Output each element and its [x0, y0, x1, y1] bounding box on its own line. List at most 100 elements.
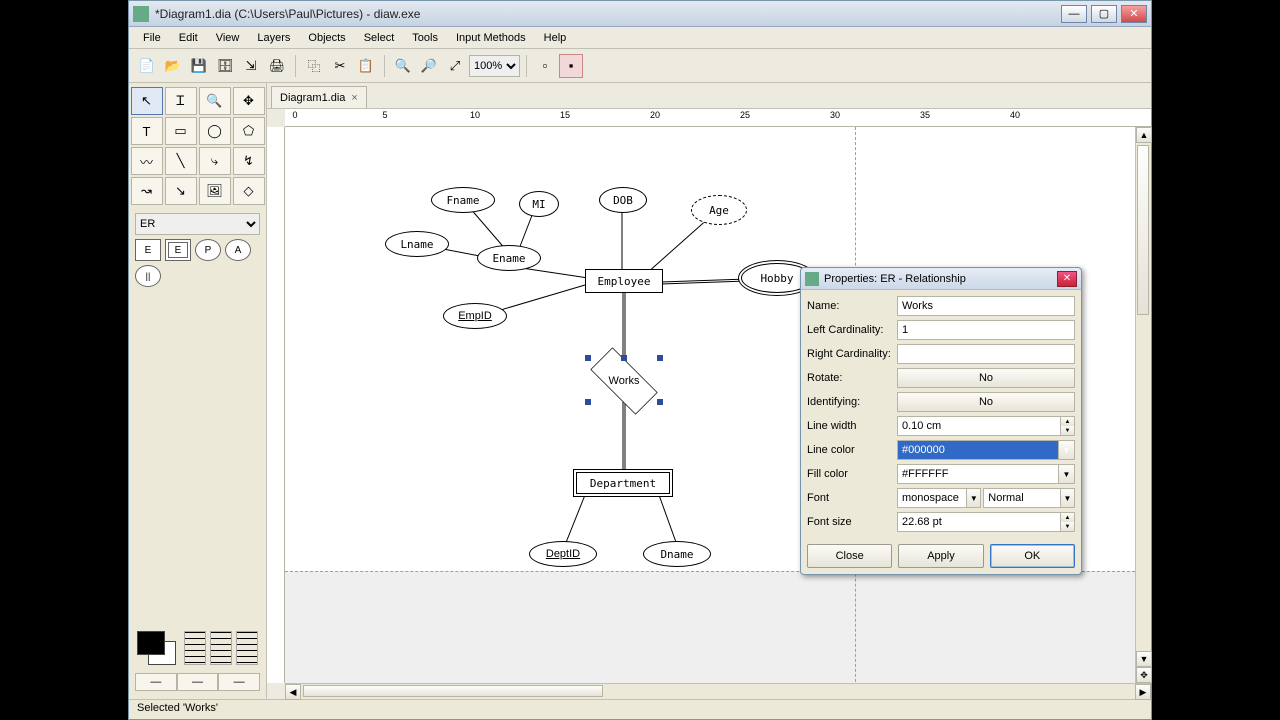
- tab-diagram1[interactable]: Diagram1.dia ×: [271, 86, 367, 108]
- entity-employee[interactable]: Employee: [585, 269, 663, 293]
- linestyle-1[interactable]: [184, 631, 206, 665]
- new-file-icon[interactable]: 📄: [135, 54, 159, 78]
- menu-layers[interactable]: Layers: [249, 30, 298, 46]
- connector-tool-icon[interactable]: ↘: [165, 177, 197, 205]
- arrow-start-select[interactable]: —: [135, 673, 177, 691]
- pointer-tool-icon[interactable]: ↖: [131, 87, 163, 115]
- scroll-horizontal[interactable]: ◀ ▶: [285, 683, 1151, 699]
- cut-icon[interactable]: ✂: [328, 54, 352, 78]
- fill-color-select[interactable]: #FFFFFF▼: [897, 464, 1075, 484]
- menu-input-methods[interactable]: Input Methods: [448, 30, 534, 46]
- export-icon[interactable]: ⇲: [239, 54, 263, 78]
- line-color-select[interactable]: #000000▼: [897, 440, 1075, 460]
- dialog-titlebar[interactable]: Properties: ER - Relationship ✕: [801, 268, 1081, 290]
- attr-fname[interactable]: Fname: [431, 187, 495, 213]
- polyline-tool-icon[interactable]: ↝: [131, 177, 163, 205]
- zoom-select[interactable]: 100%: [469, 55, 520, 77]
- attr-deptid[interactable]: DeptID: [529, 541, 597, 567]
- linestyle-3[interactable]: [236, 631, 258, 665]
- left-cardinality-input[interactable]: [897, 320, 1075, 340]
- handle[interactable]: [621, 355, 627, 361]
- ok-button[interactable]: OK: [990, 544, 1075, 568]
- zoom-tool-icon[interactable]: 🔍: [199, 87, 231, 115]
- attr-age[interactable]: Age: [691, 195, 747, 225]
- color-swatch[interactable]: [137, 631, 176, 665]
- er-entity-button[interactable]: E: [135, 239, 161, 261]
- attr-lname[interactable]: Lname: [385, 231, 449, 257]
- attr-ename[interactable]: Ename: [477, 245, 541, 271]
- save-as-icon[interactable]: 🗄: [213, 54, 237, 78]
- minimize-button[interactable]: —: [1061, 5, 1087, 23]
- menu-tools[interactable]: Tools: [404, 30, 446, 46]
- snap-grid-icon[interactable]: ▫: [533, 54, 557, 78]
- zoom-fit-icon[interactable]: ⤢: [443, 54, 467, 78]
- pan-tool-icon[interactable]: ✥: [233, 87, 265, 115]
- zoom-in-icon[interactable]: 🔍: [391, 54, 415, 78]
- outline-tool-icon[interactable]: ◇: [233, 177, 265, 205]
- save-file-icon[interactable]: 💾: [187, 54, 211, 78]
- image-tool-icon[interactable]: 🖼: [199, 177, 231, 205]
- close-window-button[interactable]: ✕: [1121, 5, 1147, 23]
- attr-mi[interactable]: MI: [519, 191, 559, 217]
- scroll-right-icon[interactable]: ▶: [1135, 684, 1151, 700]
- chevron-down-icon[interactable]: ▼: [966, 489, 980, 507]
- tab-close-icon[interactable]: ×: [351, 92, 357, 104]
- dialog-close-icon[interactable]: ✕: [1057, 271, 1077, 287]
- zigzag-tool-icon[interactable]: ↯: [233, 147, 265, 175]
- menu-view[interactable]: View: [208, 30, 248, 46]
- name-input[interactable]: [897, 296, 1075, 316]
- font-size-input[interactable]: 22.68 pt▲▼: [897, 512, 1075, 532]
- handle[interactable]: [657, 355, 663, 361]
- er-participation-button[interactable]: P: [195, 239, 221, 261]
- right-cardinality-input[interactable]: [897, 344, 1075, 364]
- spin-down-icon[interactable]: ▼: [1060, 426, 1074, 435]
- er-weak-entity-button[interactable]: E: [165, 239, 191, 261]
- zoom-out-icon[interactable]: 🔎: [417, 54, 441, 78]
- scroll-down-icon[interactable]: ▼: [1136, 651, 1152, 667]
- snap-object-icon[interactable]: ▪: [559, 54, 583, 78]
- handle[interactable]: [657, 399, 663, 405]
- entity-department[interactable]: Department: [573, 469, 673, 497]
- chevron-down-icon[interactable]: ▼: [1060, 489, 1074, 507]
- menu-objects[interactable]: Objects: [300, 30, 353, 46]
- scroll-up-icon[interactable]: ▲: [1136, 127, 1152, 143]
- apply-button[interactable]: Apply: [898, 544, 983, 568]
- handle[interactable]: [585, 355, 591, 361]
- menu-edit[interactable]: Edit: [171, 30, 206, 46]
- shape-category-select[interactable]: ER: [135, 213, 260, 235]
- paste-icon[interactable]: 📋: [354, 54, 378, 78]
- er-attribute-button[interactable]: A: [225, 239, 251, 261]
- font-family-select[interactable]: monospace▼: [897, 488, 981, 508]
- attr-empid[interactable]: EmpID: [443, 303, 507, 329]
- spin-up-icon[interactable]: ▲: [1060, 417, 1074, 426]
- attr-dname[interactable]: Dname: [643, 541, 711, 567]
- handle[interactable]: [585, 399, 591, 405]
- close-button[interactable]: Close: [807, 544, 892, 568]
- relationship-works[interactable]: Works: [579, 359, 669, 403]
- scroll-left-icon[interactable]: ◀: [285, 684, 301, 700]
- er-relationship-button[interactable]: ||: [135, 265, 161, 287]
- line-width-input[interactable]: 0.10 cm▲▼: [897, 416, 1075, 436]
- maximize-button[interactable]: ▢: [1091, 5, 1117, 23]
- arrow-end-select[interactable]: —: [218, 673, 260, 691]
- spin-up-icon[interactable]: ▲: [1060, 513, 1074, 522]
- menu-help[interactable]: Help: [536, 30, 575, 46]
- menu-file[interactable]: File: [135, 30, 169, 46]
- open-file-icon[interactable]: 📂: [161, 54, 185, 78]
- box-tool-icon[interactable]: ▭: [165, 117, 197, 145]
- polygon-tool-icon[interactable]: ⬠: [233, 117, 265, 145]
- attr-dob[interactable]: DOB: [599, 187, 647, 213]
- menu-select[interactable]: Select: [356, 30, 403, 46]
- arc-tool-icon[interactable]: ⤷: [199, 147, 231, 175]
- font-style-select[interactable]: Normal▼: [983, 488, 1075, 508]
- linestyle-2[interactable]: [210, 631, 232, 665]
- identifying-toggle[interactable]: No: [897, 392, 1075, 412]
- rotate-toggle[interactable]: No: [897, 368, 1075, 388]
- chevron-down-icon[interactable]: ▼: [1058, 465, 1074, 483]
- text-cursor-tool-icon[interactable]: Ꮖ: [165, 87, 197, 115]
- line-style-select[interactable]: —: [177, 673, 219, 691]
- bezier-tool-icon[interactable]: 〰: [131, 147, 163, 175]
- nav-corner-icon[interactable]: ✥: [1136, 667, 1152, 683]
- spin-down-icon[interactable]: ▼: [1060, 522, 1074, 531]
- scroll-vertical[interactable]: ▲ ▼ ✥: [1135, 127, 1151, 683]
